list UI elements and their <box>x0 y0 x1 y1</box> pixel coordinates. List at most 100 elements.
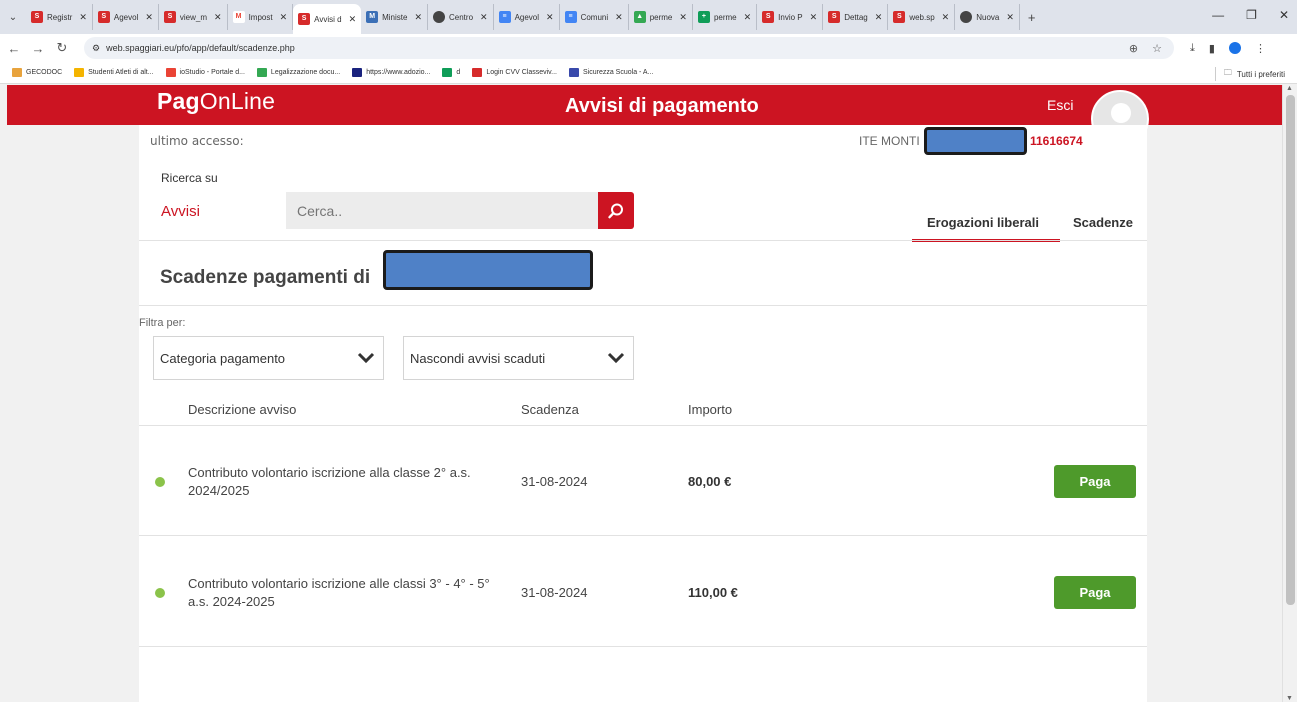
bookmark-item[interactable]: https://www.adozio... <box>352 68 430 77</box>
docs-icon: ≡ <box>564 11 577 23</box>
browser-tab[interactable]: + perme ✕ <box>693 4 758 30</box>
browser-tab[interactable]: ▲ perme ✕ <box>629 4 693 30</box>
tab-search-chevron-icon[interactable]: ⌄ <box>0 12 26 23</box>
minimize-icon[interactable]: — <box>1212 8 1224 22</box>
bookmark-item[interactable]: Studenti Atleti di alt... <box>74 68 154 77</box>
window-close-icon[interactable]: ✕ <box>1279 8 1289 22</box>
row-description: Contributo volontario iscrizione alle cl… <box>188 576 490 609</box>
reload-icon[interactable]: ↻ <box>52 40 72 56</box>
status-dot <box>155 477 165 487</box>
browser-tab[interactable]: S Invio P ✕ <box>757 4 824 30</box>
all-bookmarks[interactable]: 🗀 Tutti i preferiti <box>1214 67 1285 81</box>
close-icon[interactable]: ✕ <box>145 12 153 23</box>
profile-avatar-icon[interactable] <box>1228 42 1241 54</box>
download-icon[interactable]: ⤓ <box>1190 42 1195 55</box>
expired-filter-value: Nascondi avvisi scaduti <box>410 350 546 366</box>
close-icon[interactable]: ✕ <box>546 12 554 23</box>
browser-tab[interactable]: S Dettag ✕ <box>823 4 889 30</box>
browser-tab[interactable]: Nuova ✕ <box>955 4 1020 30</box>
bookmark-star-icon[interactable]: ☆ <box>1152 42 1162 55</box>
page-scrollbar[interactable]: ▲ ▼ <box>1282 85 1297 702</box>
tab-label: view_m <box>179 12 208 22</box>
new-tab-plus-icon[interactable]: + <box>1020 10 1044 25</box>
pay-button[interactable]: Paga <box>1054 576 1136 609</box>
tab-favicon: S <box>31 11 43 23</box>
close-icon[interactable]: ✕ <box>810 12 818 23</box>
search-input[interactable] <box>286 192 598 229</box>
close-icon[interactable]: ✕ <box>875 12 883 23</box>
bookmark-item[interactable]: Login CVV Classeviv... <box>472 68 557 77</box>
row-amount: 110,00 € <box>688 585 738 600</box>
divider <box>139 646 1147 647</box>
tab-label: Centro <box>449 12 474 22</box>
close-icon[interactable]: ✕ <box>79 12 87 23</box>
redacted-box <box>383 250 593 290</box>
tab-favicon: M <box>366 11 379 23</box>
bookmark-item[interactable]: d <box>442 68 460 77</box>
bookmarks-bar: GECODOC Studenti Atleti di alt... ioStud… <box>0 62 1297 84</box>
window-controls: — ❐ ✕ <box>1212 8 1289 22</box>
browser-tab[interactable]: Centro ✕ <box>428 4 494 30</box>
browser-tab[interactable]: ≡ Comuni ✕ <box>560 4 629 30</box>
bookmark-favicon <box>256 68 267 77</box>
browser-tab[interactable]: Sview_m ✕ <box>159 4 228 30</box>
bookmark-item[interactable]: Legalizzazione docu... <box>256 68 341 77</box>
row-deadline: 31-08-2024 <box>521 585 588 600</box>
row-deadline: 31-08-2024 <box>521 474 588 489</box>
bookmark-item[interactable]: Sicurezza Scuola - A... <box>569 68 653 77</box>
search-scope-value[interactable]: Avvisi <box>161 203 200 220</box>
close-icon[interactable]: ✕ <box>615 12 623 23</box>
back-arrow-icon[interactable]: ← <box>4 41 24 56</box>
browser-tab[interactable]: Sweb.sp ✕ <box>888 4 956 30</box>
redacted-box <box>924 127 1027 155</box>
scrollbar-thumb[interactable] <box>1286 95 1295 605</box>
bookmark-item[interactable]: GECODOC <box>12 68 62 77</box>
close-icon[interactable]: ✕ <box>942 12 950 23</box>
logout-link[interactable]: Esci <box>1047 97 1073 113</box>
pagonline-logo[interactable]: PagOnLine <box>157 88 275 115</box>
category-select-value: Categoria pagamento <box>160 350 286 366</box>
close-icon[interactable]: ✕ <box>679 12 687 23</box>
pay-button[interactable]: Paga <box>1054 465 1136 498</box>
close-icon[interactable]: ✕ <box>480 12 488 23</box>
search-icon <box>608 203 623 218</box>
forward-arrow-icon[interactable]: → <box>28 41 48 56</box>
browser-tab[interactable]: M Impost ✕ <box>228 4 294 30</box>
browser-tab[interactable]: S Registr ✕ <box>26 4 93 30</box>
close-icon[interactable]: ✕ <box>280 12 288 23</box>
globe-icon <box>960 11 973 23</box>
browser-tab[interactable]: S Agevol ✕ <box>93 4 159 30</box>
tab-favicon: S <box>828 11 841 23</box>
close-icon[interactable]: ✕ <box>349 14 357 25</box>
url-bar[interactable]: ⚙ web.spaggiari.eu/pfo/app/default/scade… <box>84 37 1174 59</box>
tab-label: Agevol <box>514 12 540 22</box>
scroll-up-arrow-icon[interactable]: ▲ <box>1286 85 1293 92</box>
close-icon[interactable]: ✕ <box>214 12 222 23</box>
bookmark-label: d <box>456 69 461 76</box>
expired-filter-select[interactable]: Nascondi avvisi scaduti <box>403 336 634 380</box>
browser-tab[interactable]: M Ministe ✕ <box>361 4 428 30</box>
tab-label: web.sp <box>909 12 935 22</box>
search-button[interactable] <box>598 192 634 229</box>
close-icon[interactable]: ✕ <box>1006 12 1014 23</box>
browser-tab[interactable]: ≡ Agevol ✕ <box>494 4 560 30</box>
tab-scadenze[interactable]: Scadenze <box>1073 215 1133 230</box>
restore-icon[interactable]: ❐ <box>1246 8 1257 22</box>
scroll-down-arrow-icon[interactable]: ▼ <box>1286 695 1293 702</box>
bookmark-favicon <box>12 68 22 77</box>
menu-dots-icon[interactable]: ⋮ <box>1255 42 1266 55</box>
category-select[interactable]: Categoria pagamento <box>153 336 384 380</box>
user-code: 11616674 <box>1030 134 1083 148</box>
site-info-icon[interactable]: ⚙ <box>92 43 100 54</box>
tab-erogazioni-liberali[interactable]: Erogazioni liberali <box>927 215 1039 230</box>
close-icon[interactable]: ✕ <box>744 12 752 23</box>
browser-tab-active[interactable]: S Avvisi d ✕ <box>293 4 362 34</box>
bookmark-label: https://www.adozio... <box>366 69 431 76</box>
side-panel-icon[interactable]: ▮ <box>1209 42 1215 55</box>
zoom-icon[interactable]: ⊕ <box>1129 42 1138 55</box>
bookmark-label: Legalizzazione docu... <box>270 69 341 76</box>
bookmark-label: ioStudio - Portale d... <box>179 69 245 76</box>
tab-label: Impost <box>248 12 273 22</box>
bookmark-item[interactable]: ioStudio - Portale d... <box>165 68 245 77</box>
close-icon[interactable]: ✕ <box>414 12 422 23</box>
